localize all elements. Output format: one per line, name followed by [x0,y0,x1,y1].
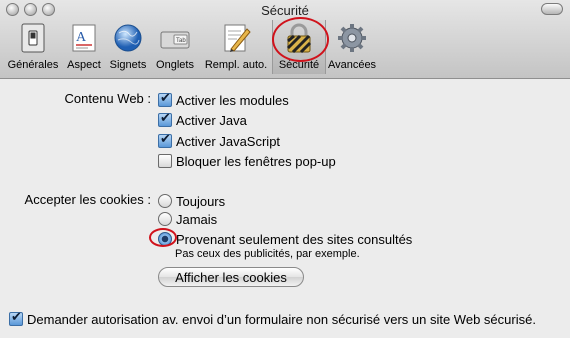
radio-button[interactable] [158,194,172,208]
radio-cookies-never[interactable]: Jamais [158,210,217,228]
checkbox-block-popups[interactable]: Bloquer les fenêtres pop-up [158,152,336,170]
highlight-ring [272,17,329,62]
preferences-window: Sécurité Générales A Aspect Signets Tab … [0,0,570,338]
security-pane: Contenu Web : Activer les modules Active… [0,80,570,338]
cookies-hint: Pas ceux des publicités, par exemple. [175,248,360,260]
svg-text:Tab: Tab [176,38,186,44]
gear-icon [336,22,368,54]
tab-rempl-auto[interactable]: Rempl. auto. [200,20,272,74]
checkbox-box[interactable] [9,310,23,326]
web-content-label: Contenu Web : [64,91,151,106]
tab-avancees[interactable]: Avancées [326,20,378,74]
font-icon: A [68,22,100,54]
checkbox-enable-java[interactable]: Activer Java [158,111,247,129]
globe-icon [112,22,144,54]
tab-aspect[interactable]: A Aspect [62,20,106,74]
radio-cookies-visited-sites[interactable]: Provenant seulement des sites consultés [158,230,412,248]
checkbox-box[interactable] [158,132,172,148]
tab-securite[interactable]: Sécurité [272,17,329,74]
highlight-ring [149,228,177,247]
show-cookies-button[interactable]: Afficher les cookies [158,267,304,287]
tab-signets[interactable]: Signets [106,20,150,74]
preferences-toolbar: Générales A Aspect Signets Tab Onglets R… [4,17,378,74]
svg-text:A: A [76,30,87,45]
toolbar-toggle-button[interactable] [541,3,563,15]
window-title: Sécurité [261,3,309,18]
checkbox-enable-plugins[interactable]: Activer les modules [158,91,289,109]
tab-icon: Tab [159,22,191,54]
cookies-label: Accepter les cookies : [24,192,151,207]
tab-generales[interactable]: Générales [4,20,62,74]
radio-cookies-always[interactable]: Toujours [158,192,225,210]
checkbox-box[interactable] [158,91,172,107]
checkbox-box[interactable] [158,154,172,168]
checkbox-form-warning[interactable]: Demander autorisation av. envoi d’un for… [9,310,536,328]
pencil-icon [220,22,252,54]
radio-button[interactable] [158,212,172,226]
title-and-toolbar: Sécurité Générales A Aspect Signets Tab … [0,0,570,79]
checkbox-box[interactable] [158,111,172,127]
switch-icon [17,22,49,54]
tab-onglets[interactable]: Tab Onglets [150,20,200,74]
checkbox-enable-javascript[interactable]: Activer JavaScript [158,132,280,150]
